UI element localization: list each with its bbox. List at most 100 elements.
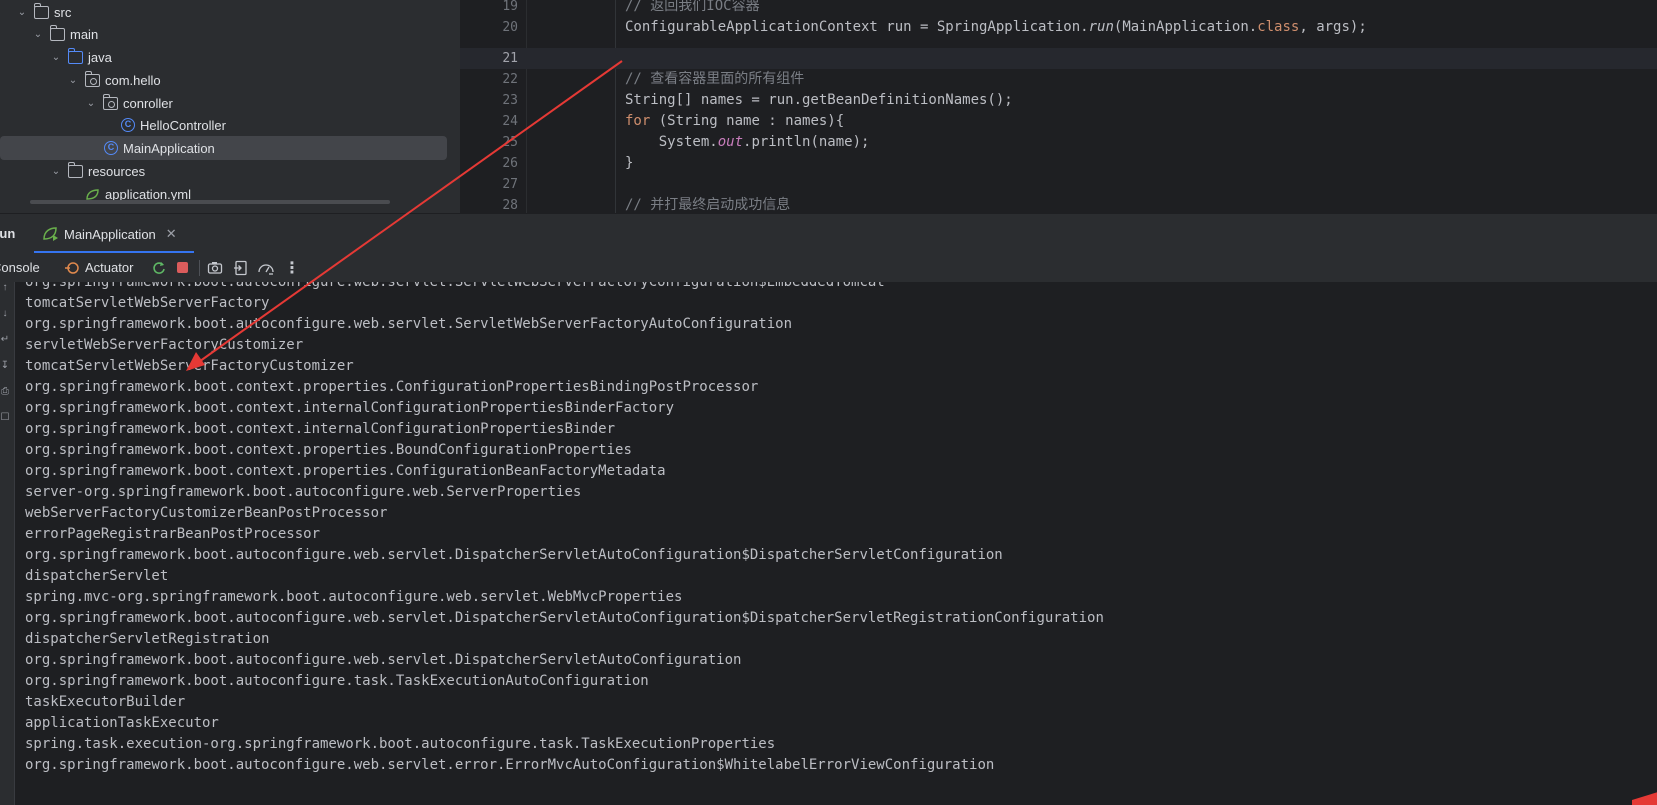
- up-icon[interactable]: ↑: [0, 282, 10, 293]
- tree-item-java[interactable]: ⌄ java: [50, 45, 112, 69]
- code-text: for (String name : names){: [625, 113, 845, 129]
- chevron-down-icon[interactable]: ⌄: [85, 98, 97, 109]
- code-line-24[interactable]: 24 for (String name : names){: [460, 111, 1657, 132]
- line-number: 23: [502, 93, 518, 108]
- tree-item-com-hello[interactable]: ⌄ com.hello: [67, 68, 161, 92]
- package-icon: [102, 93, 118, 110]
- chevron-down-icon[interactable]: ⌄: [16, 7, 28, 18]
- console-line: org.springframework.boot.autoconfigure.w…: [25, 316, 793, 332]
- code-comment: // 并打最终启动成功信息: [625, 197, 791, 213]
- code-comment: // 查看容器里面的所有组件: [625, 71, 805, 87]
- stop-button[interactable]: [177, 253, 188, 282]
- more-icon: ⋮: [284, 259, 300, 277]
- soft-wrap-icon[interactable]: ↵: [0, 334, 10, 345]
- code-line-22[interactable]: 22 // 查看容器里面的所有组件: [460, 69, 1657, 90]
- chevron-down-icon[interactable]: ⌄: [50, 52, 62, 63]
- tree-item-label: java: [88, 49, 112, 65]
- chevron-down-icon[interactable]: ⌄: [50, 166, 62, 177]
- tree-item-src[interactable]: ⌄ src: [16, 0, 71, 24]
- line-number: 27: [502, 177, 518, 192]
- console-line: org.springframework.boot.context.propert…: [25, 379, 759, 395]
- actuator-icon: [65, 261, 79, 274]
- code-line-21[interactable]: 21: [460, 48, 1657, 69]
- tree-item-hellocontroller[interactable]: C HelloController: [121, 113, 226, 137]
- tree-item-conroller[interactable]: ⌄ conroller: [85, 91, 173, 115]
- run-tool-window-header: Run MainApplication ✕: [0, 213, 1657, 254]
- code-editor[interactable]: 19 // 返回我们IOC容器 20 ConfigurableApplicati…: [460, 0, 1657, 213]
- console-line: dispatcherServlet: [25, 568, 169, 584]
- code-line-25[interactable]: 25 System.out.println(name);: [460, 132, 1657, 153]
- spring-boot-run-icon: [43, 227, 58, 241]
- line-number: 24: [502, 114, 518, 129]
- console-line: tomcatServletWebServerFactory: [25, 295, 270, 311]
- corner-annotation-mark: [1632, 792, 1657, 805]
- console-line: org.springframework.boot.context.interna…: [25, 400, 675, 416]
- console-line: servletWebServerFactoryCustomizer: [25, 337, 304, 353]
- console-line: tomcatServletWebServerFactoryCustomizer: [25, 358, 354, 374]
- code-line-27[interactable]: 27: [460, 174, 1657, 195]
- tree-item-label: com.hello: [105, 72, 161, 88]
- console-line: org.springframework.boot.autoconfigure.t…: [25, 673, 649, 689]
- toolbar-separator: [199, 260, 200, 276]
- code-comment: // 返回我们IOC容器: [625, 0, 760, 14]
- chevron-down-icon[interactable]: ⌄: [67, 75, 79, 86]
- chevron-down-icon[interactable]: ⌄: [32, 29, 44, 40]
- rerun-icon: [153, 261, 165, 274]
- code-text: }: [625, 155, 634, 171]
- class-icon: C: [121, 118, 135, 132]
- scroll-to-end-icon[interactable]: ↧: [0, 360, 10, 371]
- print-icon[interactable]: ⎙: [0, 386, 10, 397]
- export-button[interactable]: [233, 253, 249, 282]
- down-icon[interactable]: ↓: [0, 308, 10, 319]
- screenshot-button[interactable]: [207, 253, 223, 282]
- console-line: org.springframework.boot.context.propert…: [25, 463, 666, 479]
- code-text: System.out.println(name);: [625, 134, 870, 150]
- console-line: errorPageRegistrarBeanPostProcessor: [25, 526, 321, 542]
- console-output[interactable]: org.springframework.boot.autoconfigure.w…: [15, 282, 1657, 805]
- line-number: 26: [502, 156, 518, 171]
- profiler-button[interactable]: [257, 253, 275, 282]
- tree-item-label: resources: [88, 163, 146, 179]
- console-line: org.springframework.boot.context.interna…: [25, 421, 616, 437]
- console-line: org.springframework.boot.autoconfigure.w…: [25, 652, 742, 668]
- horizontal-scrollbar[interactable]: [30, 200, 390, 204]
- code-line-28[interactable]: 28 // 并打最终启动成功信息: [460, 195, 1657, 213]
- code-line-26[interactable]: 26 }: [460, 153, 1657, 174]
- tab-console[interactable]: Console: [0, 253, 40, 282]
- console-line: org.springframework.boot.autoconfigure.w…: [25, 610, 1104, 626]
- console-line: spring.task.execution-org.springframewor…: [25, 736, 776, 752]
- tree-item-resources[interactable]: ⌄ resources: [50, 159, 145, 183]
- trash-icon[interactable]: ☐: [0, 412, 10, 423]
- run-toolbar: Console Actuator: [0, 253, 1657, 282]
- package-icon: [84, 70, 100, 87]
- spring-config-icon: [86, 188, 99, 200]
- tree-item-main[interactable]: ⌄ main: [32, 22, 98, 46]
- code-line-20[interactable]: 20 ConfigurableApplicationContext run = …: [460, 17, 1657, 38]
- tree-item-label: conroller: [123, 95, 173, 111]
- console-line: org.springframework.boot.autoconfigure.w…: [25, 547, 1003, 563]
- console-line: org.springframework.boot.autoconfigure.w…: [25, 757, 995, 773]
- spring-boot-class-icon: C: [104, 141, 118, 155]
- tree-item-label: main: [70, 26, 99, 42]
- code-line-19[interactable]: 19 // 返回我们IOC容器: [460, 0, 1657, 17]
- console-line: taskExecutorBuilder: [25, 694, 186, 710]
- console-tab-label: Console: [0, 260, 40, 275]
- tab-mainapplication[interactable]: MainApplication ✕: [34, 214, 177, 254]
- line-number: 21: [502, 51, 518, 66]
- more-button[interactable]: ⋮: [284, 253, 300, 282]
- rerun-button[interactable]: [151, 253, 167, 282]
- console-line: applicationTaskExecutor: [25, 715, 219, 731]
- folder-icon: [33, 2, 49, 19]
- folder-icon: [49, 24, 65, 41]
- tab-actuator[interactable]: Actuator: [64, 253, 133, 282]
- close-icon[interactable]: ✕: [166, 226, 177, 242]
- source-folder-icon: [67, 47, 83, 64]
- tree-item-mainapplication[interactable]: C MainApplication: [0, 136, 447, 160]
- console-line: server-org.springframework.boot.autoconf…: [25, 484, 582, 500]
- code-text: String[] names = run.getBeanDefinitionNa…: [625, 92, 1013, 108]
- tree-item-label: HelloController: [140, 117, 226, 133]
- tree-item-label: src: [54, 4, 72, 20]
- console-line: spring.mvc-org.springframework.boot.auto…: [25, 589, 683, 605]
- code-line-23[interactable]: 23 String[] names = run.getBeanDefinitio…: [460, 90, 1657, 111]
- stop-icon: [177, 262, 188, 273]
